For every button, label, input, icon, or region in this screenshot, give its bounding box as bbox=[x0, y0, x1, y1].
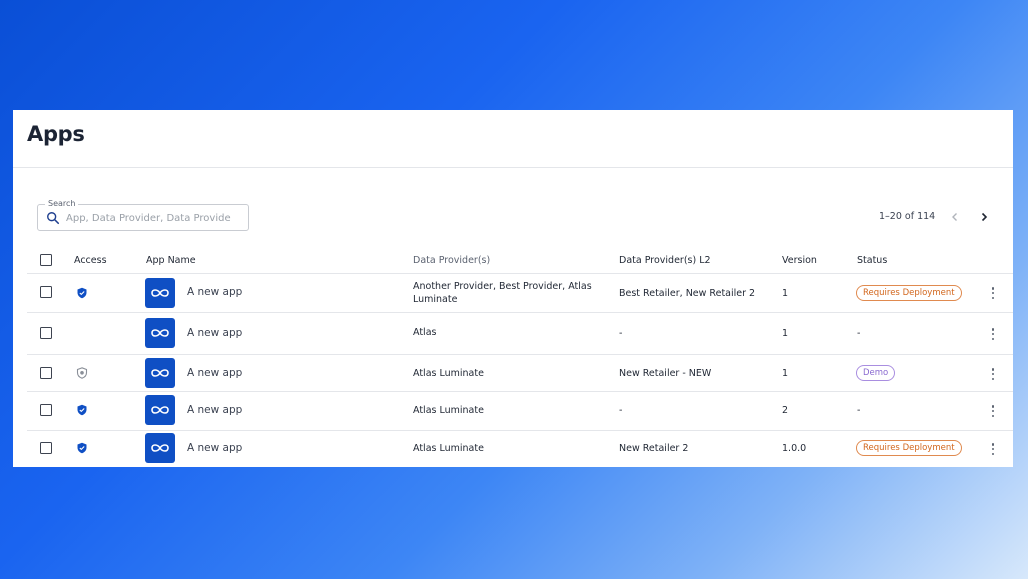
status-text: - bbox=[857, 328, 861, 339]
infinity-icon bbox=[151, 329, 169, 337]
app-name[interactable]: A new app bbox=[187, 442, 242, 454]
table-row[interactable]: A new app Atlas Luminate New Retailer - … bbox=[13, 355, 1013, 391]
shield-filled-icon bbox=[77, 442, 87, 454]
app-name[interactable]: A new app bbox=[187, 367, 242, 379]
row-checkbox[interactable] bbox=[40, 327, 52, 339]
status-badge: Requires Deployment bbox=[856, 285, 962, 301]
data-providers: Atlas Luminate bbox=[413, 368, 484, 379]
data-providers-l2: - bbox=[619, 405, 623, 416]
table-row[interactable]: A new app Another Provider, Best Provide… bbox=[13, 274, 1013, 312]
row-checkbox[interactable] bbox=[40, 367, 52, 379]
data-providers: Atlas bbox=[413, 327, 437, 338]
status-badge: Requires Deployment bbox=[856, 440, 962, 456]
data-providers: Atlas Luminate bbox=[413, 405, 484, 416]
app-logo bbox=[145, 395, 175, 425]
infinity-icon bbox=[151, 444, 169, 452]
infinity-icon bbox=[151, 369, 169, 377]
app-logo bbox=[145, 433, 175, 463]
infinity-icon bbox=[151, 289, 169, 297]
app-name[interactable]: A new app bbox=[187, 327, 242, 339]
previous-page-button[interactable] bbox=[945, 207, 965, 227]
data-providers: Atlas Luminate bbox=[413, 443, 484, 454]
app-name[interactable]: A new app bbox=[187, 404, 242, 416]
row-checkbox[interactable] bbox=[40, 286, 52, 298]
page-title: Apps bbox=[27, 122, 85, 146]
app-logo bbox=[145, 318, 175, 348]
pagination-range: 1–20 of 114 bbox=[879, 211, 936, 222]
data-providers-l2: - bbox=[619, 328, 623, 339]
table-row[interactable]: A new app Atlas Luminate New Retailer 2 … bbox=[13, 431, 1013, 467]
search-icon bbox=[47, 212, 60, 225]
data-providers-l2: New Retailer - NEW bbox=[619, 368, 712, 379]
row-checkbox[interactable] bbox=[40, 404, 52, 416]
row-checkbox[interactable] bbox=[40, 442, 52, 454]
row-menu-button[interactable] bbox=[988, 367, 998, 381]
data-providers-l2: Best Retailer, New Retailer 2 bbox=[619, 288, 756, 299]
chevron-left-icon bbox=[952, 213, 957, 221]
infinity-icon bbox=[151, 406, 169, 414]
version: 1 bbox=[782, 328, 789, 339]
version: 1 bbox=[782, 288, 789, 299]
chevron-right-icon bbox=[981, 212, 988, 222]
search-input[interactable] bbox=[66, 209, 244, 227]
shield-filled-icon bbox=[77, 404, 87, 416]
row-menu-button[interactable] bbox=[988, 404, 998, 418]
column-header-status[interactable]: Status bbox=[857, 255, 887, 266]
shield-outline-icon bbox=[76, 367, 88, 379]
title-divider bbox=[13, 167, 1013, 168]
column-header-access[interactable]: Access bbox=[74, 255, 107, 266]
column-header-data-providers-l2[interactable]: Data Provider(s) L2 bbox=[619, 255, 711, 266]
data-providers: Another Provider, Best Provider, Atlas L… bbox=[413, 281, 592, 305]
table-row[interactable]: A new app Atlas Luminate - 2 - bbox=[13, 392, 1013, 430]
status-badge: Demo bbox=[856, 365, 896, 381]
status-text: - bbox=[857, 405, 861, 416]
app-name[interactable]: A new app bbox=[187, 286, 242, 298]
row-menu-button[interactable] bbox=[988, 327, 998, 341]
version: 1 bbox=[782, 368, 789, 379]
apps-panel: Apps Search 1–20 of 114 Access App Name … bbox=[13, 110, 1013, 467]
row-menu-button[interactable] bbox=[988, 442, 998, 456]
column-header-version[interactable]: Version bbox=[782, 255, 817, 266]
select-all-checkbox[interactable] bbox=[40, 254, 52, 266]
shield-filled-icon bbox=[77, 287, 87, 299]
table-row[interactable]: A new app Atlas - 1 - bbox=[13, 313, 1013, 354]
column-header-app-name[interactable]: App Name bbox=[146, 255, 196, 266]
row-menu-button[interactable] bbox=[988, 286, 998, 300]
column-header-data-providers[interactable]: Data Provider(s) bbox=[413, 255, 490, 266]
data-providers-l2: New Retailer 2 bbox=[619, 443, 689, 454]
version: 1.0.0 bbox=[782, 443, 807, 454]
version: 2 bbox=[782, 405, 789, 416]
search-field[interactable]: Search bbox=[37, 198, 249, 231]
next-page-button[interactable] bbox=[974, 207, 994, 227]
app-logo bbox=[145, 358, 175, 388]
app-logo bbox=[145, 278, 175, 308]
